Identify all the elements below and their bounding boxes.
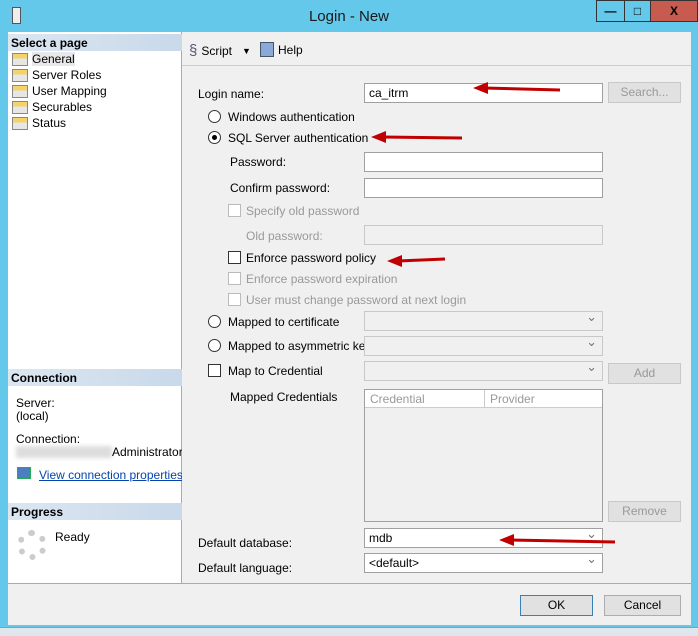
arrow-head-icon — [473, 82, 488, 94]
arrow-icon — [509, 538, 616, 544]
arrow-head-icon — [499, 534, 514, 546]
arrow-icon — [483, 86, 561, 92]
status-strip — [0, 627, 698, 636]
arrow-head-icon — [371, 131, 386, 143]
ok-button[interactable]: OK — [520, 595, 593, 616]
arrow-icon — [381, 135, 463, 140]
annotation-arrows — [371, 82, 616, 546]
cancel-button[interactable]: Cancel — [604, 595, 681, 616]
arrow-head-icon — [387, 255, 402, 267]
arrow-icon — [397, 257, 446, 263]
